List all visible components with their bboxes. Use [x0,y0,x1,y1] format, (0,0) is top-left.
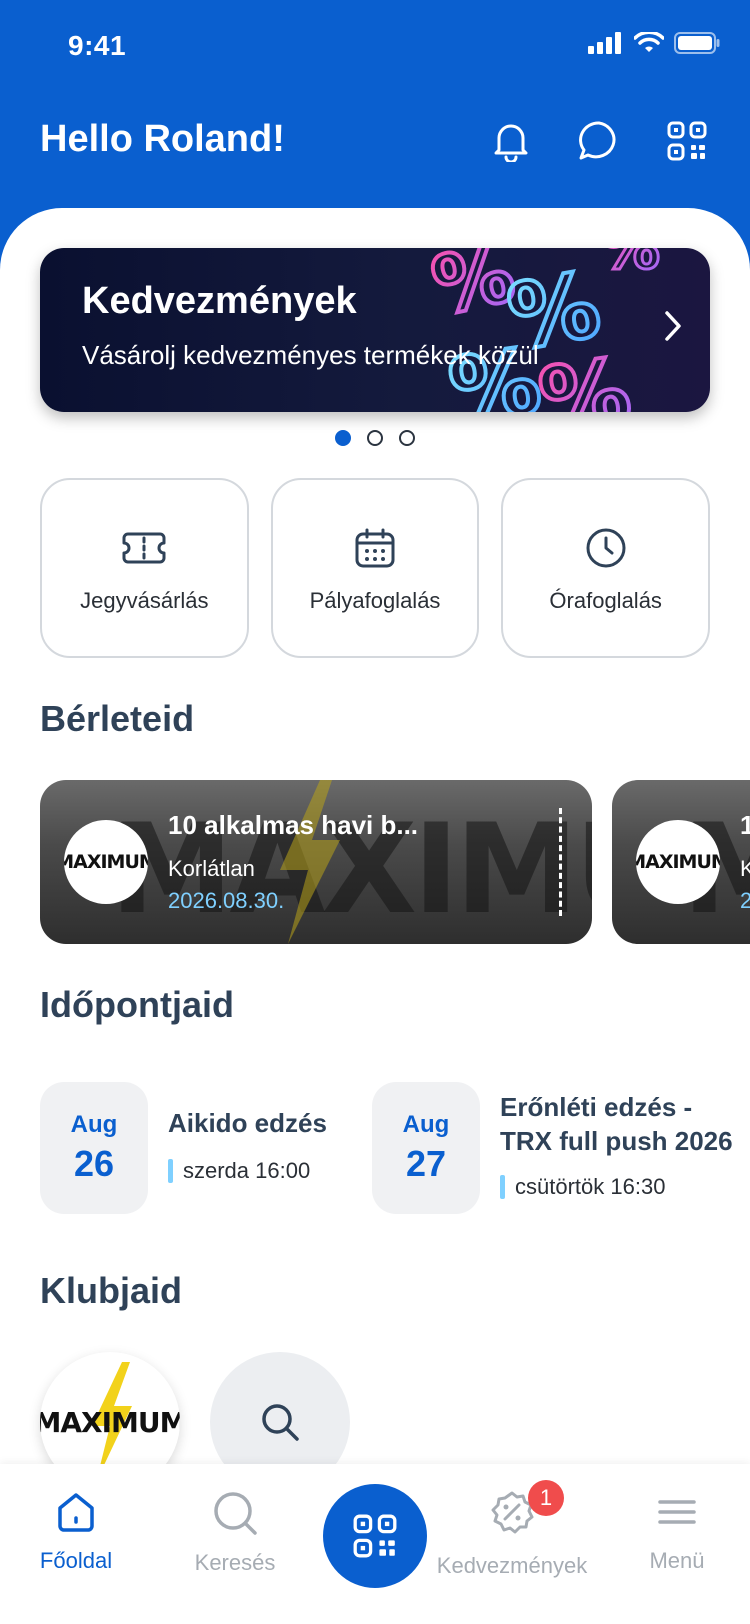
pass-type: Korlátlan [168,856,255,881]
tab-home[interactable]: Főoldal [36,1490,116,1574]
pagination-dot-2[interactable] [367,430,383,446]
date-month: Aug [402,1111,450,1138]
qr-code-button[interactable] [664,118,710,164]
time-marker [500,1175,505,1199]
header-actions [488,118,710,164]
hamburger-menu-icon [658,1500,696,1524]
signal-icon [588,32,621,54]
passes-carousel[interactable]: MAXIMUM MAXIMUM 10 alkalmas havi b... Ko… [40,780,750,944]
qr-code-icon [353,1514,397,1558]
chevron-right-icon [665,311,681,341]
tab-discounts-label: Kedvezmények [436,1553,588,1578]
class-booking-label: Órafoglalás [549,588,662,613]
bell-icon [494,124,528,162]
ticket-purchase-button[interactable]: Jegyvásárlás [40,478,249,658]
tab-menu-label: Menü [649,1548,705,1573]
svg-text:%: % [533,339,637,412]
date-day: 27 [405,1143,447,1184]
banner-subtitle: Vásárolj kedvezményes termékek közül [82,340,539,370]
pass-divider [559,808,562,916]
appointments-section-title: Időpontjaid [40,984,234,1025]
header: Hello Roland! [0,100,750,200]
court-booking-label: Pályafoglalás [309,588,441,613]
status-time: 9:41 [68,30,127,61]
bottom-tab-bar: Főoldal Keresés 1 Kedvezmények Menü [0,1464,750,1624]
greeting: Hello Roland! [40,118,285,160]
pass-type: K [740,856,750,881]
class-booking-button[interactable]: Órafoglalás [501,478,711,658]
tab-search[interactable]: Keresés [190,1490,280,1576]
appointment-title: Aikido edzés [168,1108,327,1138]
passes-section-title: Bérleteid [40,698,195,739]
pagination-dot-1[interactable] [335,430,351,446]
tab-home-label: Főoldal [39,1548,113,1573]
pass-expiry: 2026.08.30. [168,888,285,913]
appointment-item[interactable]: Aug 27 Erőnléti edzés - TRX full push 20… [372,1082,750,1214]
status-bar: 9:41 [0,0,750,92]
club-logo-text: MAXIMUM [64,851,148,873]
appointment-time-text: szerda 16:00 [183,1158,311,1183]
court-booking-button[interactable]: Pályafoglalás [270,478,480,658]
home-icon [58,1493,94,1532]
appointment-time: szerda 16:00 [168,1158,310,1184]
battery-icon [674,32,720,54]
clubs-section-title: Klubjaid [40,1270,182,1311]
club-logo-text: MAXIMUM [636,851,720,873]
wifi-icon [634,32,664,52]
svg-text:%: % [600,248,660,283]
pass-card[interactable]: MAXIMUM MAXIMUM 10 alkalmas havi b... Ko… [40,780,592,944]
club-logo-text: MAXIMUM [40,1405,180,1439]
search-icon [214,1492,257,1535]
ticket-icon [122,532,166,564]
club-logo: MAXIMUM [636,820,720,904]
appointment-item[interactable]: Aug 26 Aikido edzés szerda 16:00 [40,1082,340,1214]
ticket-purchase-label: Jegyvásárlás [80,588,209,613]
quick-actions: Jegyvásárlás Pályafoglalás Órafoglalás [40,478,711,658]
time-marker [168,1159,173,1183]
chat-bubble-icon [579,121,616,160]
status-icons [588,32,720,54]
date-box: Aug 27 [372,1082,480,1214]
appointment-title: Erőnléti edzés - TRX full push 2026 [500,1092,733,1156]
pass-card[interactable]: MAXIMUM MAXIMUM 1 K 2 [612,780,750,944]
pagination-dot-3[interactable] [399,430,415,446]
pass-name: 10 alkalmas havi b... [168,810,419,840]
percent-neon-graphic: % % % % % [423,248,662,412]
discount-count-badge: 1 [528,1480,564,1516]
date-box: Aug 26 [40,1082,148,1214]
lightning-bolt-graphic [280,780,340,944]
messages-button[interactable] [576,118,622,164]
tab-search-label: Keresés [194,1550,276,1575]
scan-qr-button[interactable] [323,1484,427,1588]
tab-menu[interactable]: Menü [632,1490,722,1574]
discount-icon-wrap: 1 [490,1480,564,1539]
appointment-time: csütörtök 16:30 [500,1174,665,1200]
pass-expiry: 2 [740,888,750,913]
search-icon [262,1404,299,1441]
club-logo: MAXIMUM [64,820,148,904]
appointments-list: Aug 26 Aikido edzés szerda 16:00 Aug 27 … [40,1082,750,1214]
pass-name: 1 [740,810,750,840]
banner-title: Kedvezmények [82,280,357,322]
tab-discounts[interactable]: 1 Kedvezmények [432,1480,592,1579]
banner-pagination [0,430,750,446]
clock-icon [586,528,626,568]
date-month: Aug [70,1111,118,1138]
promo-banner[interactable]: % % % % % Kedvezmények Vásárolj kedvezmé… [40,248,710,412]
appointment-time-text: csütörtök 16:30 [515,1174,666,1199]
notifications-button[interactable] [488,118,534,164]
qr-code-icon [667,121,707,161]
calendar-icon [355,528,395,568]
date-day: 26 [73,1143,115,1184]
